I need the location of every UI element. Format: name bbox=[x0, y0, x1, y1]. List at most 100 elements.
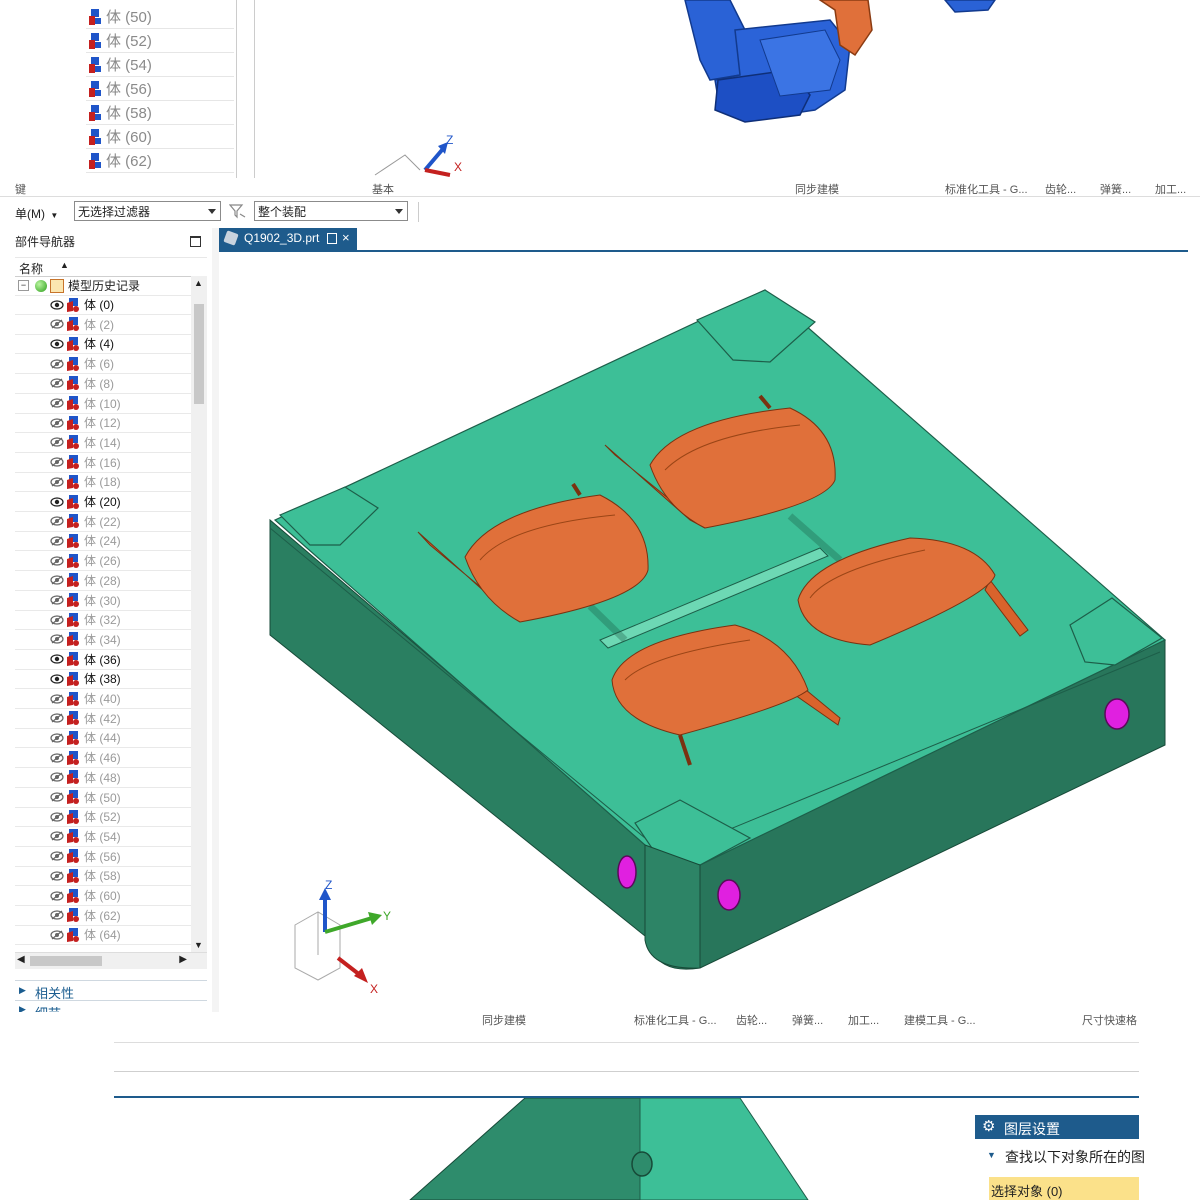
eye-hidden-icon[interactable] bbox=[50, 418, 64, 428]
top-tree-item[interactable]: 体 (60) bbox=[86, 125, 234, 149]
eye-hidden-icon[interactable] bbox=[50, 378, 64, 388]
filter-funnel-icon[interactable] bbox=[229, 203, 247, 219]
assembly-scope-dropdown[interactable]: 整个装配 bbox=[254, 201, 408, 221]
top-tree-item[interactable]: 体 (54) bbox=[86, 53, 234, 77]
tree-item-body[interactable]: 体 (10) bbox=[15, 394, 191, 414]
tree-item-body[interactable]: 体 (4) bbox=[15, 334, 191, 355]
tree-item-body[interactable]: 体 (44) bbox=[15, 728, 191, 749]
tree-item-body[interactable]: 体 (12) bbox=[15, 413, 191, 434]
ribbon-tab[interactable]: 标准化工具 - G... bbox=[945, 181, 1028, 197]
scroll-right-icon[interactable]: ▶ bbox=[179, 954, 187, 965]
scroll-up-icon[interactable]: ▲ bbox=[194, 278, 203, 288]
section-dependency[interactable]: ▶ 相关性 bbox=[15, 980, 207, 1001]
tree-item-body[interactable]: 体 (64) bbox=[15, 925, 191, 946]
ribbon-tab[interactable]: 齿轮... bbox=[736, 1012, 767, 1028]
eye-hidden-icon[interactable] bbox=[50, 634, 64, 644]
scroll-left-icon[interactable]: ◀ bbox=[17, 954, 25, 965]
eye-hidden-icon[interactable] bbox=[50, 615, 64, 625]
eye-hidden-icon[interactable] bbox=[50, 910, 64, 920]
ribbon-tab[interactable]: 加工... bbox=[848, 1012, 879, 1028]
eye-hidden-icon[interactable] bbox=[50, 733, 64, 743]
ribbon-tab[interactable]: 齿轮... bbox=[1045, 181, 1076, 197]
top-tree-item[interactable]: 体 (52) bbox=[86, 29, 234, 53]
tree-item-body[interactable]: 体 (26) bbox=[15, 551, 191, 572]
tree-item-body[interactable]: 体 (24) bbox=[15, 531, 191, 552]
ribbon-tab[interactable]: 键 bbox=[15, 181, 26, 197]
eye-hidden-icon[interactable] bbox=[50, 457, 64, 467]
close-icon[interactable]: × bbox=[342, 230, 350, 245]
ribbon-tab[interactable]: 基本 bbox=[372, 181, 394, 197]
eye-visible-icon[interactable] bbox=[50, 299, 64, 310]
maximize-icon[interactable] bbox=[190, 236, 201, 247]
eye-visible-icon[interactable] bbox=[50, 654, 64, 664]
ribbon-tab[interactable]: 标准化工具 - G... bbox=[634, 1012, 717, 1028]
scroll-thumb[interactable] bbox=[30, 956, 102, 966]
eye-hidden-icon[interactable] bbox=[50, 713, 64, 723]
eye-hidden-icon[interactable] bbox=[50, 555, 64, 566]
tree-item-body[interactable]: 体 (30) bbox=[15, 591, 191, 611]
eye-hidden-icon[interactable] bbox=[50, 516, 64, 526]
eye-visible-icon[interactable] bbox=[50, 339, 64, 349]
tree-item-body[interactable]: 体 (32) bbox=[15, 610, 191, 631]
tree-item-body[interactable]: 体 (22) bbox=[15, 512, 191, 532]
graphics-viewport[interactable]: Q1902_3D.prt × Z Y X bbox=[219, 228, 1188, 1012]
find-layer-section[interactable]: ▼ 查找以下对象所在的图 bbox=[975, 1145, 1145, 1167]
top-tree-item[interactable]: 体 (58) bbox=[86, 101, 234, 125]
eye-hidden-icon[interactable] bbox=[50, 477, 64, 487]
eye-hidden-icon[interactable] bbox=[50, 871, 64, 881]
tree-item-body[interactable]: 体 (36) bbox=[15, 650, 191, 670]
eye-hidden-icon[interactable] bbox=[50, 358, 64, 369]
ribbon-tab[interactable]: 加工... bbox=[1155, 181, 1186, 197]
eye-hidden-icon[interactable] bbox=[50, 792, 64, 802]
type-filter-dropdown[interactable]: 无选择过滤器 bbox=[74, 201, 221, 221]
scroll-down-icon[interactable]: ▼ bbox=[194, 940, 203, 950]
select-object-field[interactable]: 选择对象 (0) bbox=[989, 1177, 1139, 1200]
tree-horizontal-scrollbar[interactable]: ◀ ▶ bbox=[15, 952, 207, 969]
tree-item-body[interactable]: 体 (20) bbox=[15, 492, 191, 512]
tree-item-body[interactable]: 体 (56) bbox=[15, 847, 191, 867]
panel-splitter[interactable] bbox=[212, 228, 219, 1012]
eye-hidden-icon[interactable] bbox=[50, 595, 64, 605]
tree-item-body[interactable]: 体 (34) bbox=[15, 630, 191, 650]
tree-item-body[interactable]: 体 (14) bbox=[15, 433, 191, 453]
eye-hidden-icon[interactable] bbox=[50, 890, 64, 901]
scroll-thumb[interactable] bbox=[194, 304, 204, 404]
tree-item-body[interactable]: 体 (6) bbox=[15, 354, 191, 375]
top-tree-item[interactable]: 体 (50) bbox=[86, 5, 234, 29]
layer-settings-header[interactable]: ⚙ 图层设置 bbox=[975, 1115, 1139, 1139]
tree-item-body[interactable]: 体 (46) bbox=[15, 748, 191, 769]
ribbon-tab[interactable]: 弹簧... bbox=[1100, 181, 1131, 197]
top-tree-item[interactable]: 体 (62) bbox=[86, 149, 234, 173]
eye-hidden-icon[interactable] bbox=[50, 575, 64, 585]
tree-item-body[interactable]: 体 (52) bbox=[15, 807, 191, 828]
ribbon-tab[interactable]: 尺寸快速格 bbox=[1082, 1012, 1137, 1028]
column-header-name[interactable]: 名称 ▲ bbox=[15, 257, 207, 277]
eye-hidden-icon[interactable] bbox=[50, 437, 64, 447]
tree-item-body[interactable]: 体 (48) bbox=[15, 768, 191, 788]
eye-hidden-icon[interactable] bbox=[50, 831, 64, 841]
eye-hidden-icon[interactable] bbox=[50, 319, 64, 329]
tree-item-body[interactable]: 体 (18) bbox=[15, 472, 191, 493]
tree-item-body[interactable]: 体 (16) bbox=[15, 453, 191, 473]
eye-hidden-icon[interactable] bbox=[50, 930, 64, 940]
tab-q1902-3d[interactable]: Q1902_3D.prt × bbox=[219, 228, 357, 250]
menu-button[interactable]: 单(M) ▼ bbox=[15, 205, 58, 222]
eye-hidden-icon[interactable] bbox=[50, 752, 64, 763]
top-tree-item[interactable]: 体 (56) bbox=[86, 77, 234, 101]
tree-item-body[interactable]: 体 (38) bbox=[15, 669, 191, 690]
eye-visible-icon[interactable] bbox=[50, 496, 64, 507]
tree-item-body[interactable]: 体 (54) bbox=[15, 827, 191, 847]
collapse-icon[interactable]: − bbox=[18, 280, 29, 291]
tree-item-body[interactable]: 体 (2) bbox=[15, 315, 191, 335]
eye-hidden-icon[interactable] bbox=[50, 851, 64, 861]
eye-hidden-icon[interactable] bbox=[50, 693, 64, 704]
tree-item-body[interactable]: 体 (60) bbox=[15, 886, 191, 906]
tree-root-model-history[interactable]: − 模型历史记录 bbox=[15, 276, 191, 296]
tree-item-body[interactable]: 体 (62) bbox=[15, 906, 191, 926]
tree-item-body[interactable]: 体 (0) bbox=[15, 295, 191, 315]
ribbon-tab[interactable]: 弹簧... bbox=[792, 1012, 823, 1028]
tree-item-body[interactable]: 体 (40) bbox=[15, 689, 191, 709]
tree-item-body[interactable]: 体 (50) bbox=[15, 788, 191, 808]
ribbon-tab[interactable]: 同步建模 bbox=[795, 181, 839, 197]
tree-item-body[interactable]: 体 (8) bbox=[15, 374, 191, 394]
